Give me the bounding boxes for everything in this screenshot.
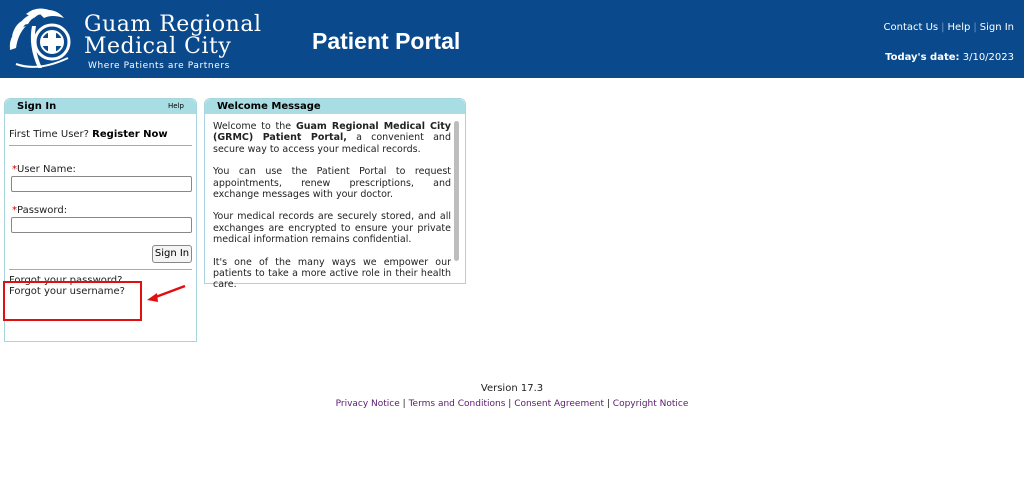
brand-tagline: Where Patients are Partners: [88, 61, 230, 71]
welcome-panel-header: Welcome Message: [205, 99, 465, 114]
welcome-panel: Welcome Message Welcome to the Guam Regi…: [204, 98, 466, 290]
username-input[interactable]: [11, 176, 192, 192]
brand-name: Guam Regional Medical City Where Patient…: [84, 12, 262, 72]
footer-links: Privacy Notice | Terms and Conditions | …: [0, 399, 1024, 409]
terms-link[interactable]: Terms and Conditions: [409, 399, 506, 409]
sign-in-help-link[interactable]: Help: [168, 102, 184, 110]
annotation-highlight-box: [3, 281, 142, 321]
username-label: *User Name:: [12, 164, 76, 175]
link-separator: |: [941, 22, 945, 33]
link-separator: |: [973, 22, 977, 33]
brand-line-2: Medical City: [84, 34, 232, 59]
grmc-logo-icon: [9, 8, 71, 68]
contact-us-link[interactable]: Contact Us: [884, 22, 939, 33]
welcome-paragraph-4: It's one of the many ways we empower our…: [213, 256, 451, 291]
welcome-scrollbar[interactable]: [454, 121, 459, 261]
sign-in-panel-title: Sign In: [17, 101, 57, 112]
version-text: Version 17.3: [480, 383, 544, 394]
help-link[interactable]: Help: [948, 22, 971, 33]
sign-in-link[interactable]: Sign In: [980, 22, 1014, 33]
username-label-text: User Name:: [17, 164, 76, 175]
divider: [9, 145, 192, 146]
sign-in-button[interactable]: Sign In: [152, 245, 192, 263]
footer-separator: |: [606, 399, 610, 409]
sign-in-panel-header: Sign In Help: [5, 99, 196, 114]
password-label: *Password:: [12, 205, 67, 216]
site-header: Guam Regional Medical City Where Patient…: [0, 0, 1024, 78]
privacy-notice-link[interactable]: Privacy Notice: [336, 399, 400, 409]
welcome-message: Welcome to the Guam Regional Medical Cit…: [213, 121, 451, 302]
welcome-paragraph-1: Welcome to the Guam Regional Medical Cit…: [213, 121, 451, 155]
copyright-notice-link[interactable]: Copyright Notice: [613, 399, 689, 409]
header-links: Contact Us | Help | Sign In: [884, 22, 1014, 33]
footer-separator: |: [402, 399, 406, 409]
footer-separator: |: [508, 399, 512, 409]
welcome-p1-prefix: Welcome to the: [213, 121, 292, 132]
consent-agreement-link[interactable]: Consent Agreement: [514, 399, 604, 409]
divider: [9, 269, 192, 270]
annotation-arrow-icon: [147, 284, 186, 302]
welcome-paragraph-2: You can use the Patient Portal to reques…: [213, 166, 451, 201]
todays-date-label: Today's date:: [885, 52, 960, 63]
page-title: Patient Portal: [312, 28, 461, 54]
brand-line-1: Guam Regional: [84, 12, 262, 37]
welcome-paragraph-3: Your medical records are securely stored…: [213, 211, 451, 246]
welcome-panel-title: Welcome Message: [217, 101, 321, 112]
first-time-label: First Time User?: [9, 129, 89, 140]
todays-date: Today's date: 3/10/2023: [885, 52, 1014, 63]
register-now-link[interactable]: Register Now: [92, 129, 167, 140]
todays-date-value: 3/10/2023: [962, 52, 1014, 63]
first-time-user: First Time User? Register Now: [9, 129, 168, 140]
password-input[interactable]: [11, 217, 192, 233]
password-label-text: Password:: [17, 205, 68, 216]
